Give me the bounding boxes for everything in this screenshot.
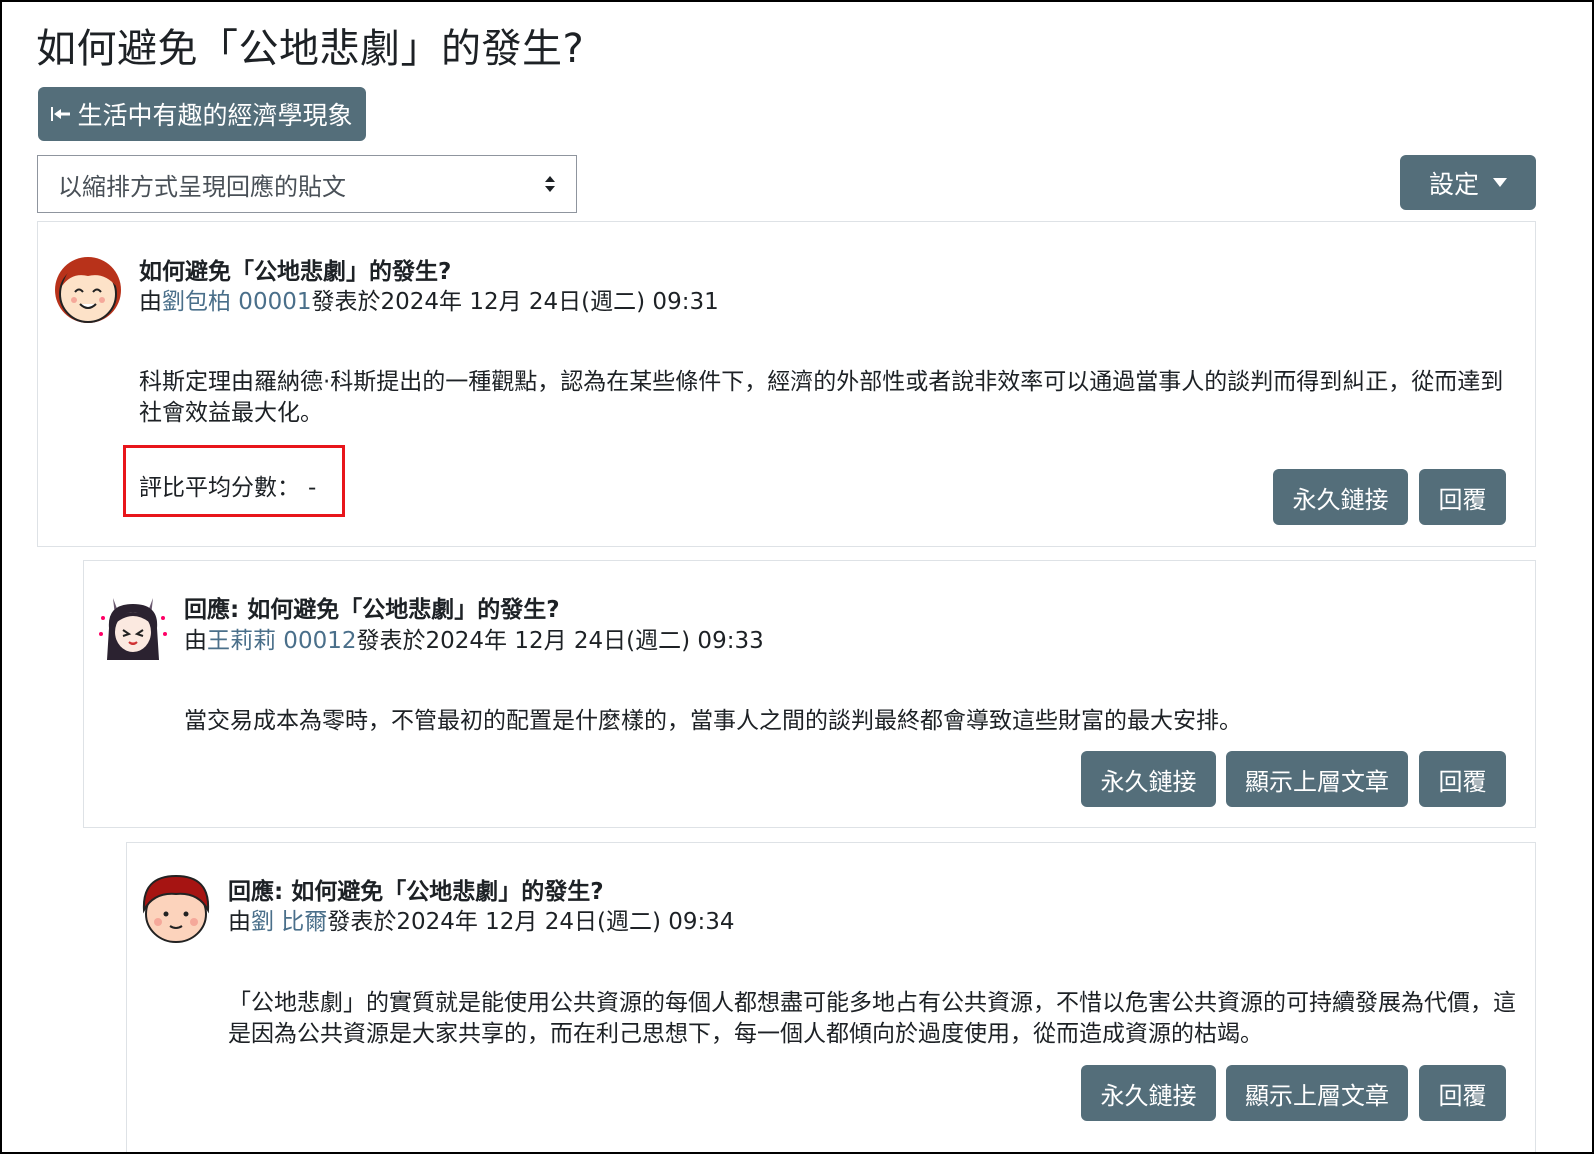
rating-value: -: [308, 475, 317, 501]
permalink-button[interactable]: 永久鏈接: [1273, 469, 1408, 525]
back-button-label: 生活中有趣的經濟學現象: [77, 101, 353, 130]
post-subject: 如何避免「公地悲劇」的發生?: [139, 259, 452, 285]
page-title: 如何避免「公地悲劇」的發生?: [36, 26, 585, 72]
settings-button-label: 設定: [1428, 169, 1479, 199]
post-date: 發表於2024年 12月 24日(週二) 09:31: [311, 289, 719, 315]
user-avatar: [99, 594, 167, 662]
rating-label: 評比平均分數：: [139, 475, 300, 501]
back-to-forum-button[interactable]: 生活中有趣的經濟學現象: [38, 87, 366, 141]
post-content: 科斯定理由羅納德·科斯提出的一種觀點，認為在某些條件下，經濟的外部性或者說非效率…: [139, 369, 1504, 426]
arrow-left-icon: [51, 107, 71, 121]
reply-button[interactable]: 回覆: [1419, 1065, 1506, 1121]
user-avatar: [55, 257, 121, 323]
display-mode-select[interactable]: 以縮排方式呈現回應的貼文: [37, 155, 577, 213]
reply-button[interactable]: 回覆: [1419, 469, 1506, 525]
post-meta: 由劉 比爾發表於2024年 12月 24日(週二) 09:34: [228, 902, 735, 936]
author-link[interactable]: 王莉莉 00012: [207, 628, 356, 654]
post-content: 「公地悲劇」的實質就是能使用公共資源的每個人都想盡可能多地占有公共資源，不惜以危…: [228, 990, 1516, 1047]
permalink-button[interactable]: 永久鏈接: [1081, 1065, 1216, 1121]
post-date: 發表於2024年 12月 24日(週二) 09:34: [327, 909, 735, 935]
display-mode-value: 以縮排方式呈現回應的貼文: [58, 172, 346, 201]
select-caret-icon: [545, 176, 555, 192]
post-subject: 回應: 如何避免「公地悲劇」的發生?: [184, 597, 560, 623]
meta-prefix: 由: [184, 628, 207, 654]
permalink-button[interactable]: 永久鏈接: [1081, 751, 1216, 807]
page-frame: 如何避免「公地悲劇」的發生? 生活中有趣的經濟學現象 以縮排方式呈現回應的貼文 …: [0, 0, 1594, 1154]
reply-button[interactable]: 回覆: [1419, 751, 1506, 807]
post-date: 發表於2024年 12月 24日(週二) 09:33: [356, 628, 764, 654]
show-parent-button[interactable]: 顯示上層文章: [1226, 1065, 1408, 1121]
post-meta: 由劉包柏 00001發表於2024年 12月 24日(週二) 09:31: [139, 282, 719, 316]
settings-button[interactable]: 設定: [1400, 155, 1536, 210]
meta-prefix: 由: [228, 909, 251, 935]
meta-prefix: 由: [139, 289, 162, 315]
post-meta: 由王莉莉 00012發表於2024年 12月 24日(週二) 09:33: [184, 621, 764, 655]
user-avatar: [142, 874, 210, 943]
post-subject: 回應: 如何避免「公地悲劇」的發生?: [228, 879, 604, 905]
author-link[interactable]: 劉 比爾: [251, 909, 327, 935]
rating-average: 評比平均分數： -: [139, 468, 316, 502]
author-link[interactable]: 劉包柏 00001: [162, 289, 311, 315]
post-content: 當交易成本為零時，不管最初的配置是什麼樣的，當事人之間的談判最終都會導致這些財富…: [184, 708, 1242, 734]
show-parent-button[interactable]: 顯示上層文章: [1226, 751, 1408, 807]
chevron-down-icon: [1493, 178, 1507, 187]
